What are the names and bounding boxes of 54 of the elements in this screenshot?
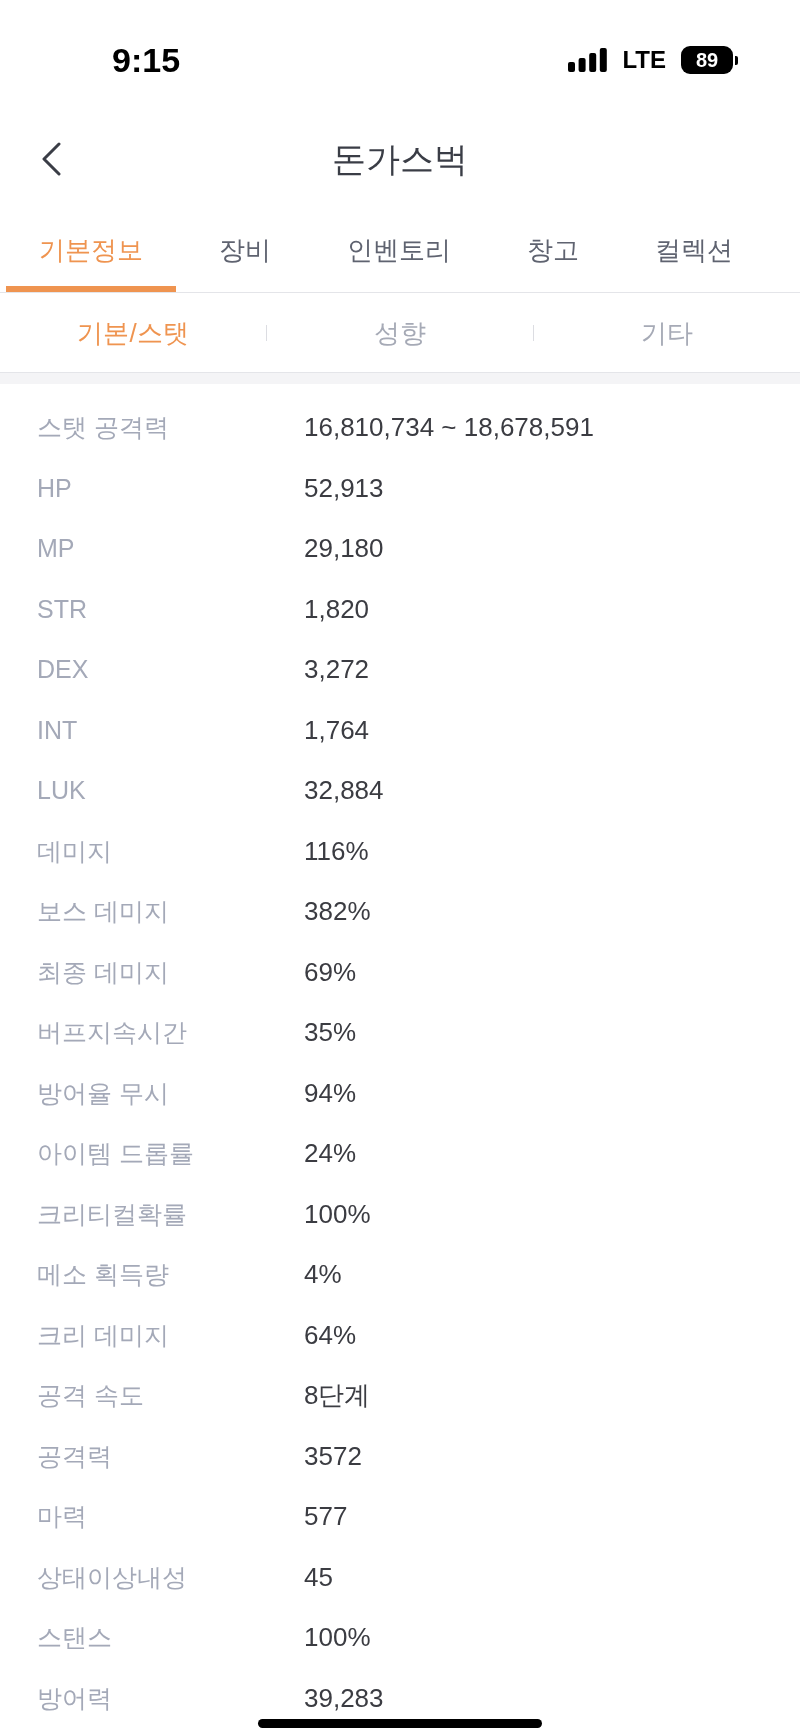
stat-value: 29,180	[304, 533, 384, 564]
stat-label: 크리티컬확률	[37, 1198, 188, 1229]
stat-value: 382%	[304, 896, 371, 927]
stat-label: 상태이상내성	[37, 1561, 188, 1592]
stat-label: 방어율 무시	[37, 1077, 170, 1108]
stat-value: 100%	[304, 1622, 371, 1653]
stat-value: 8단계	[304, 1380, 371, 1411]
stat-label: 마력	[37, 1501, 88, 1532]
stat-label: 크리 데미지	[37, 1319, 170, 1350]
tab[interactable]: 컬렉션	[622, 198, 766, 292]
battery-indicator: 89	[681, 46, 738, 74]
stat-value: 1,764	[304, 714, 370, 745]
stat-value: 35%	[304, 1017, 357, 1048]
stat-label: 아이템 드롭률	[37, 1138, 195, 1169]
stat-label: DEX	[37, 654, 90, 685]
stat-label: 방어력	[37, 1682, 113, 1713]
stat-value: 45	[304, 1561, 333, 1592]
chevron-left-icon	[41, 142, 61, 176]
stat-label: 스탠스	[37, 1622, 113, 1653]
stat-value: 69%	[304, 956, 357, 987]
stat-label: 보스 데미지	[37, 896, 170, 927]
stat-label: MP	[37, 533, 76, 564]
stat-value: 24%	[304, 1138, 357, 1169]
stat-value: 16,810,734 ~ 18,678,591	[304, 412, 594, 443]
network-label: LTE	[622, 46, 666, 74]
stat-label: HP	[37, 472, 73, 503]
stat-value: 116%	[304, 835, 369, 866]
stat-value: 39,283	[304, 1682, 384, 1713]
tab[interactable]: 장비	[186, 198, 304, 292]
stat-value: 4%	[304, 1259, 342, 1290]
stat-label: 데미지	[37, 835, 113, 866]
stat-label: 메소 획득량	[37, 1259, 170, 1290]
stat-value: 577	[304, 1501, 348, 1532]
stat-value: 64%	[304, 1319, 357, 1350]
status-time: 9:15	[112, 40, 181, 80]
stat-value: 52,913	[304, 472, 384, 503]
stat-value: 3,272	[304, 654, 370, 685]
page-title: 돈가스벅	[332, 139, 468, 180]
stat-label: 공격력	[37, 1440, 113, 1471]
stat-label: 스탯 공격력	[37, 412, 170, 443]
stat-label: 버프지속시간	[37, 1017, 188, 1048]
stat-value: 100%	[304, 1198, 371, 1229]
signal-icon	[568, 48, 608, 72]
stat-label: INT	[37, 714, 79, 745]
tab[interactable]: 창고	[494, 198, 612, 292]
stat-value: 1,820	[304, 593, 370, 624]
stat-label: STR	[37, 593, 88, 624]
stat-label: 최종 데미지	[37, 956, 170, 987]
stat-label: 공격 속도	[37, 1380, 145, 1411]
stat-value: 3572	[304, 1440, 362, 1471]
tab[interactable]: 인벤토리	[314, 198, 484, 292]
stat-label: LUK	[37, 775, 87, 806]
stat-value: 32,884	[304, 775, 384, 806]
stat-value: 94%	[304, 1077, 357, 1108]
